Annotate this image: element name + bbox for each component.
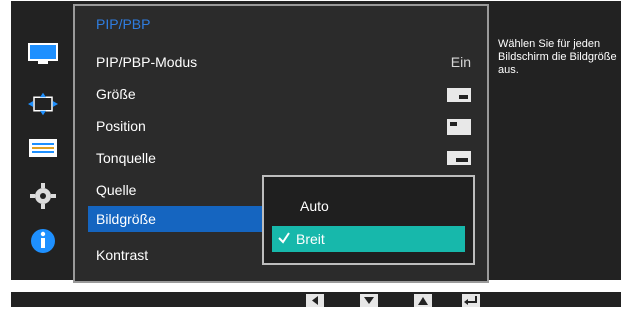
menu-item-sound-source[interactable]: Tonquelle	[96, 148, 156, 168]
menu-item-source[interactable]: Quelle	[96, 180, 136, 200]
move-arrows-icon[interactable]	[28, 89, 58, 119]
sidebar	[11, 1, 75, 280]
display-settings-icon[interactable]	[28, 133, 58, 163]
menu-item-size[interactable]: Größe	[96, 84, 136, 104]
picture-icon[interactable]	[28, 39, 58, 69]
left-arrow-icon[interactable]	[306, 294, 324, 307]
pip-pbp-mode-value: Ein	[450, 54, 471, 70]
menu-title: PIP/PBP	[96, 16, 151, 32]
info-icon[interactable]	[28, 226, 58, 256]
menu-item-contrast[interactable]: Kontrast	[96, 245, 148, 265]
option-auto[interactable]: Auto	[300, 196, 329, 216]
enter-icon[interactable]	[462, 294, 480, 307]
size-preview-icon	[447, 88, 471, 102]
gear-icon[interactable]	[28, 181, 58, 211]
help-text: Wählen Sie für jeden Bildschirm die Bild…	[498, 38, 617, 76]
position-preview-icon	[447, 119, 471, 135]
sound-source-preview-icon	[447, 151, 471, 165]
down-arrow-icon[interactable]	[360, 294, 378, 307]
option-breit[interactable]: Breit	[296, 229, 325, 249]
menu-item-position[interactable]: Position	[96, 116, 146, 136]
checkmark-icon	[277, 230, 291, 249]
up-arrow-icon[interactable]	[414, 294, 432, 307]
menu-item-picture-size[interactable]: Bildgröße	[96, 209, 156, 229]
menu-item-pip-pbp-mode[interactable]: PIP/PBP-Modus	[96, 52, 197, 72]
